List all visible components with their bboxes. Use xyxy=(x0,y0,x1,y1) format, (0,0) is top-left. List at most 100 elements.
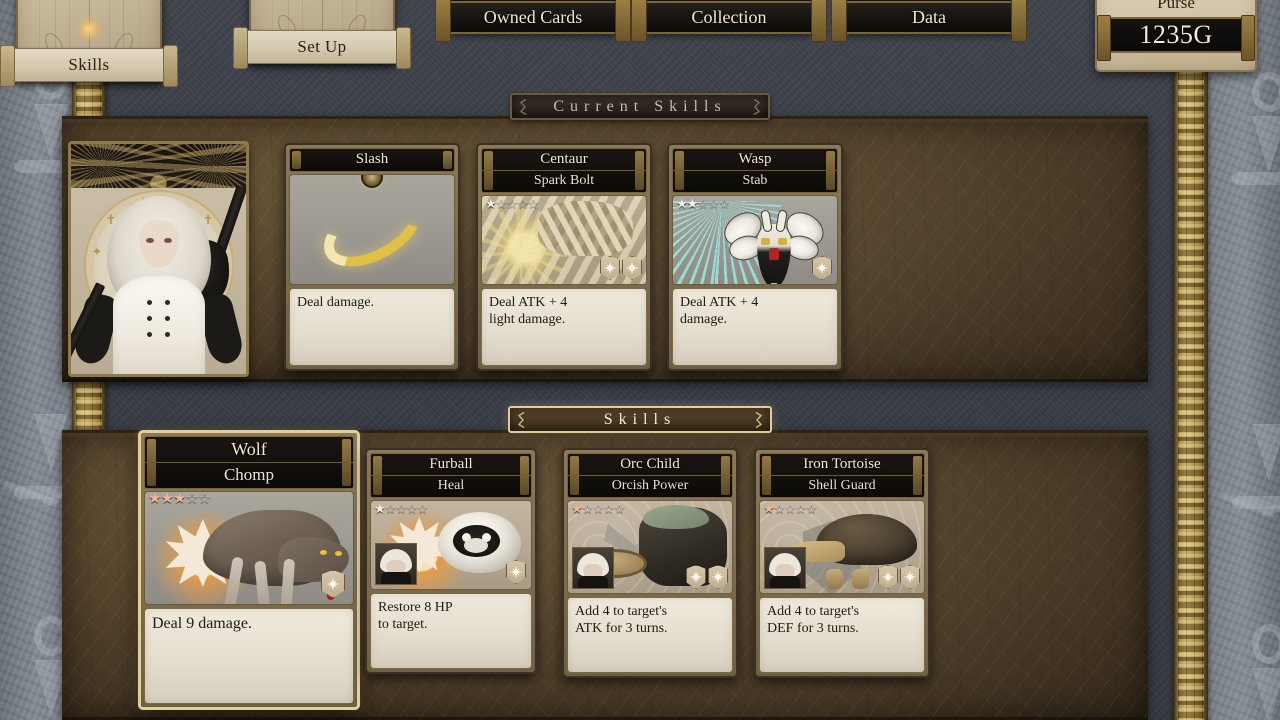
card-description-line: Restore 8 HP xyxy=(378,600,453,615)
current-skill-card-slash[interactable]: Slash Deal damage. xyxy=(284,143,460,371)
card-name: Iron Tortoise xyxy=(803,456,881,472)
card-description-line: Deal ATK + 4 xyxy=(489,295,568,310)
slash-effect-icon xyxy=(311,179,433,282)
card-description-line: Deal 9 damage. xyxy=(152,615,252,632)
banner-endcap-icon xyxy=(751,98,762,115)
tab-skills-glow xyxy=(76,16,102,42)
card-description: Deal damage. xyxy=(289,288,455,366)
element-badge-light xyxy=(506,560,526,584)
card-title-bar: Slash xyxy=(289,148,455,172)
card-description-line: damage. xyxy=(680,312,728,327)
skill-card-iron-tortoise[interactable]: Iron Tortoise Shell Guard ★☆☆☆☆ Add 4 to… xyxy=(754,448,930,678)
card-name: Wasp xyxy=(738,151,772,167)
card-title-bar: Orc Child Orcish Power xyxy=(567,453,733,498)
banner-endcap-icon xyxy=(516,411,527,428)
card-star-rating: ★☆☆☆☆ xyxy=(763,501,817,516)
card-star-rating: ★☆☆☆☆ xyxy=(374,501,428,516)
game-screen: Skills Set Up Owned Cards Collection Dat… xyxy=(0,0,1280,720)
section-banner-skills: Skills xyxy=(508,406,772,433)
card-subtitle: Orcish Power xyxy=(568,475,732,495)
card-name: Orc Child xyxy=(620,456,680,472)
card-description-line: Deal damage. xyxy=(297,295,374,310)
card-name: Wolf xyxy=(231,439,267,459)
card-description-line: Add 4 to target's xyxy=(575,604,668,619)
card-artwork: ★☆☆☆☆ xyxy=(370,500,532,590)
tab-skills-label: Skills xyxy=(0,45,178,87)
card-description: Restore 8 HP to target. xyxy=(370,593,532,669)
skill-card-wolf[interactable]: Wolf Chomp ★★★☆☆ Deal 9 damage. xyxy=(138,430,360,710)
element-badge-neutral xyxy=(321,570,345,598)
card-description: Deal ATK + 4 damage. xyxy=(672,288,838,366)
medallion-icon xyxy=(361,175,383,188)
section-banner-current-skills-label: Current Skills xyxy=(553,97,727,115)
tab-owned-cards[interactable]: Owned Cards xyxy=(435,0,631,42)
card-description-line: light damage. xyxy=(489,312,566,327)
card-title-bar: Furball Heal xyxy=(370,453,532,498)
card-description-line: DEF for 3 turns. xyxy=(767,621,859,636)
card-subtitle: Heal xyxy=(371,475,531,495)
centaur-figure xyxy=(537,201,633,256)
card-star-rating: ★☆☆☆☆ xyxy=(571,501,625,516)
tab-set-up[interactable]: Set Up xyxy=(233,0,411,69)
card-name: Slash xyxy=(355,151,389,167)
tab-data-label: Data xyxy=(831,0,1027,42)
wasp-illustration xyxy=(718,205,831,284)
card-title-bar: Centaur Spark Bolt xyxy=(481,148,647,193)
card-subtitle: Shell Guard xyxy=(760,475,924,495)
card-title-bar: Wasp Stab xyxy=(672,148,838,193)
card-name: Furball xyxy=(429,456,473,472)
card-star-rating: ★☆☆☆☆ xyxy=(485,196,539,211)
tab-skills[interactable]: Skills xyxy=(0,0,178,87)
tab-data[interactable]: Data xyxy=(831,0,1027,42)
card-name: Centaur xyxy=(540,151,588,167)
card-artwork xyxy=(289,174,455,285)
purse-value: 1235G xyxy=(1097,15,1255,61)
portrait-ornament xyxy=(71,144,246,188)
purse-label: Purse xyxy=(1157,0,1195,12)
card-description: Add 4 to target's ATK for 3 turns. xyxy=(567,597,733,673)
current-skill-card-wasp[interactable]: Wasp Stab ★★☆☆☆ Deal ATK + 4 damage. xyxy=(667,143,843,371)
card-title-bar: Wolf Chomp xyxy=(144,436,354,489)
card-description-line: Add 4 to target's xyxy=(767,604,860,619)
tab-collection[interactable]: Collection xyxy=(631,0,827,42)
card-description: Add 4 to target's DEF for 3 turns. xyxy=(759,597,925,673)
card-description-line: to target. xyxy=(378,617,428,632)
furball-face xyxy=(453,525,500,558)
section-banner-skills-label: Skills xyxy=(603,410,677,428)
card-description: Deal ATK + 4 light damage. xyxy=(481,288,647,366)
card-subtitle: Chomp xyxy=(145,462,353,486)
purse-display: Purse 1235G xyxy=(1095,0,1257,72)
card-star-rating: ★★★☆☆ xyxy=(148,491,211,507)
card-description-line: Deal ATK + 4 xyxy=(680,295,759,310)
tortoise-foot xyxy=(825,569,843,590)
card-subtitle: Stab xyxy=(673,170,837,190)
card-artwork: ★☆☆☆☆ xyxy=(481,195,647,285)
card-description: Deal 9 damage. xyxy=(144,608,354,704)
card-title-bar: Iron Tortoise Shell Guard xyxy=(759,453,925,498)
current-skill-card-centaur[interactable]: Centaur Spark Bolt ★☆☆☆☆ Deal ATK + 4 li… xyxy=(476,143,652,371)
card-subtitle: Spark Bolt xyxy=(482,170,646,190)
tab-set-up-label: Set Up xyxy=(233,27,411,69)
banner-endcap-icon xyxy=(518,98,529,115)
target-thumbnail xyxy=(572,547,614,589)
orc-head xyxy=(643,504,710,529)
ornamental-column-right xyxy=(1174,0,1208,720)
card-star-rating: ★★☆☆☆ xyxy=(676,196,730,211)
tab-owned-cards-label: Owned Cards xyxy=(435,0,631,42)
card-artwork: ★☆☆☆☆ xyxy=(567,500,733,594)
card-artwork: ★★☆☆☆ xyxy=(672,195,838,285)
skill-card-furball[interactable]: Furball Heal ★☆☆☆☆ Restore 8 HP to targe… xyxy=(365,448,537,674)
card-artwork: ★☆☆☆☆ xyxy=(759,500,925,594)
card-artwork: ★★★☆☆ xyxy=(144,491,354,605)
card-description-line: ATK for 3 turns. xyxy=(575,621,668,636)
tab-collection-label: Collection xyxy=(631,0,827,42)
tab-setup-filigree xyxy=(257,0,387,32)
target-thumbnail xyxy=(764,547,806,589)
section-banner-current-skills: Current Skills xyxy=(510,93,770,120)
player-portrait-card[interactable]: ✦ ✝ ✦ ✝ ✦ ✝ ✝ ✦ xyxy=(68,141,249,377)
character-coat xyxy=(112,276,205,374)
target-thumbnail xyxy=(375,543,417,585)
banner-endcap-icon xyxy=(753,411,764,428)
skill-card-orc-child[interactable]: Orc Child Orcish Power ★☆☆☆☆ Add 4 to ta… xyxy=(562,448,738,678)
tortoise-foot xyxy=(851,569,869,590)
